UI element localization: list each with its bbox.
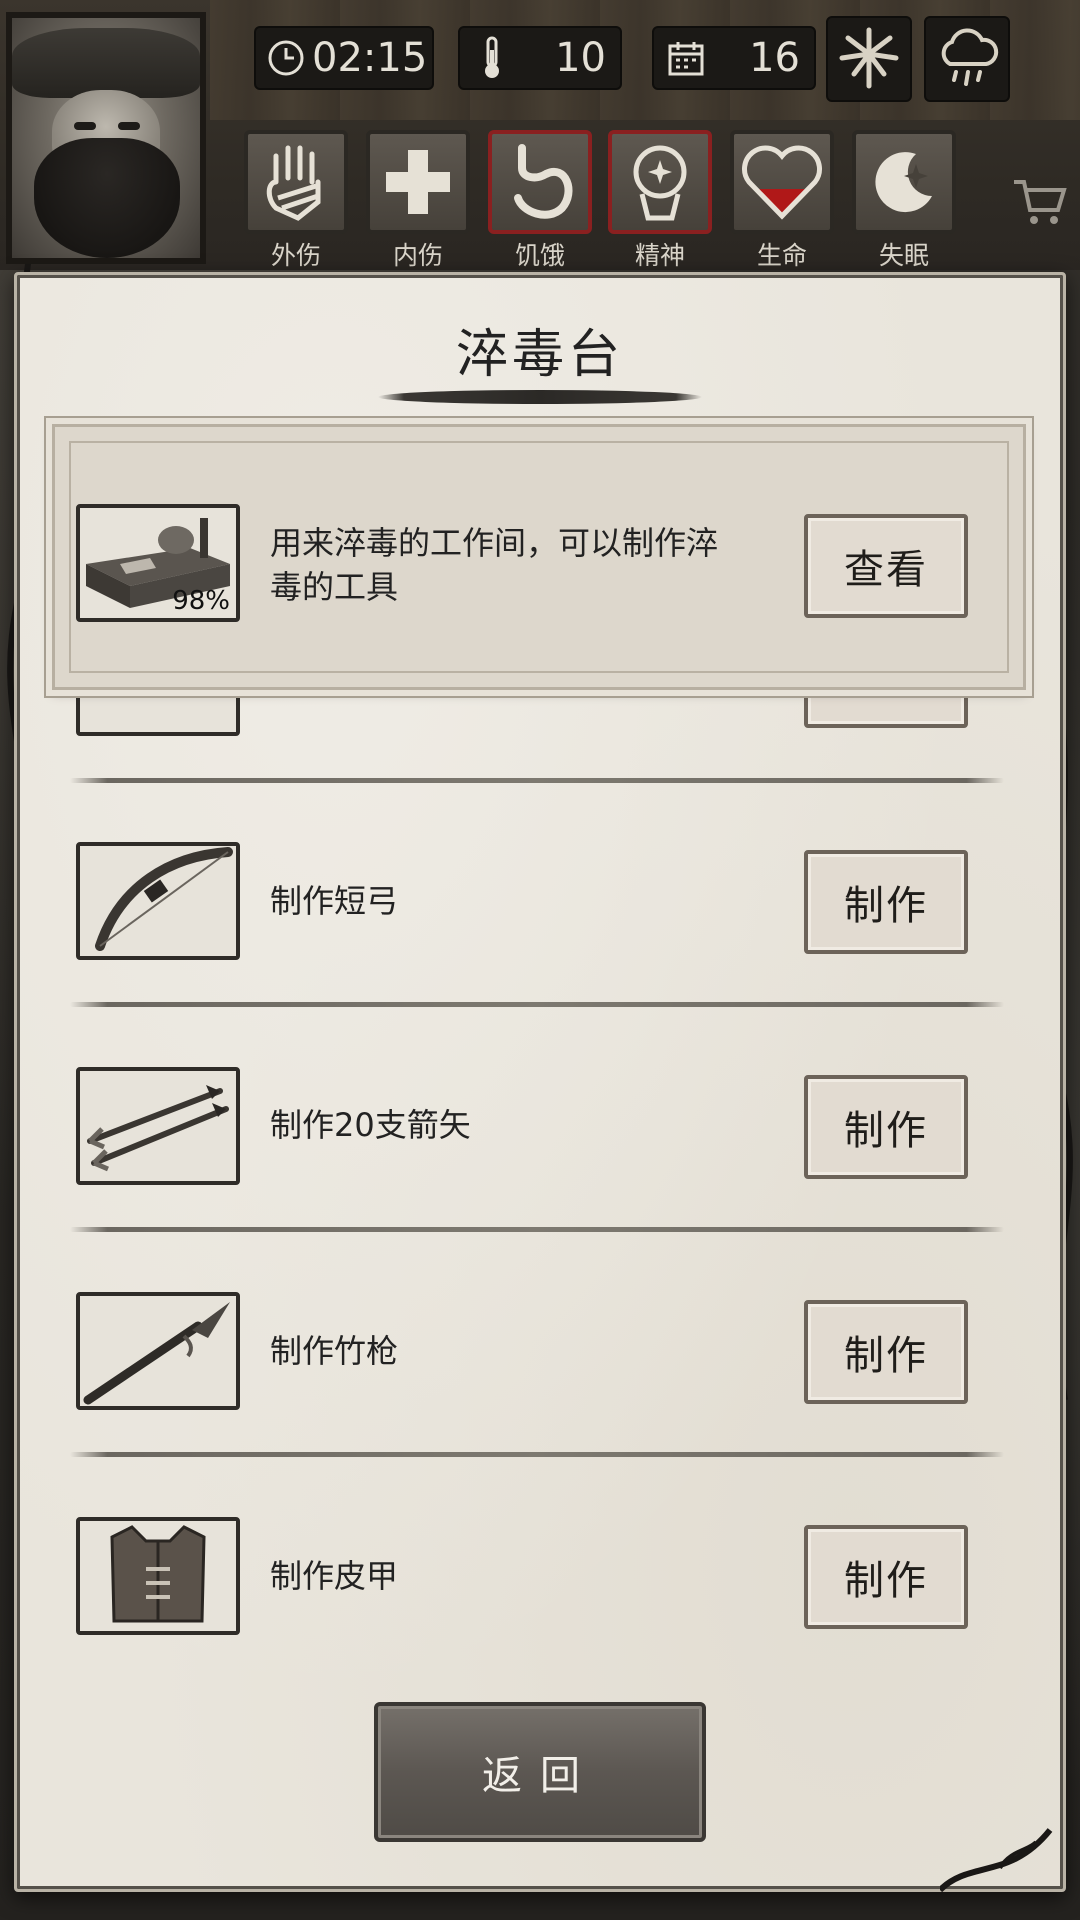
- beard-shape: [34, 138, 180, 258]
- cross-icon: [366, 130, 470, 234]
- view-button[interactable]: 查看: [804, 514, 968, 618]
- workstation-description-line1: 用来淬毒的工作间，可以制作淬: [270, 524, 719, 562]
- status-spirit[interactable]: 精神: [608, 130, 712, 270]
- hand-bandage-icon: [244, 130, 348, 234]
- leather-vest-icon: [110, 1525, 206, 1623]
- time-value: 02:15: [312, 35, 428, 81]
- status-label: 生命: [756, 241, 807, 270]
- rain-cloud-icon[interactable]: [924, 16, 1010, 102]
- craft-button[interactable]: 制作: [804, 1075, 968, 1179]
- calendar-icon: [664, 36, 708, 80]
- recipe-label: 制作20支箭矢: [270, 1106, 471, 1144]
- vine-corner-decoration: [940, 1828, 1053, 1893]
- hat-shape: [12, 28, 200, 98]
- craft-button[interactable]: 制作: [804, 1300, 968, 1404]
- shop-cart-icon[interactable]: [1008, 170, 1072, 234]
- row-separator: [70, 778, 1004, 783]
- status-label: 精神: [634, 241, 685, 270]
- back-button[interactable]: 返回: [374, 1702, 706, 1842]
- status-label: 内伤: [392, 241, 443, 270]
- progress-label: 98%: [172, 586, 230, 616]
- craft-button[interactable]: 制作: [804, 1525, 968, 1629]
- recipe-thumbnail-spear: [76, 1292, 240, 1410]
- status-label: 外伤: [270, 241, 321, 270]
- panel-title: 淬毒台: [455, 325, 624, 385]
- leaf-icon[interactable]: [826, 16, 912, 102]
- status-external-injury[interactable]: 外伤: [244, 130, 348, 270]
- workstation-thumbnail[interactable]: 98%: [76, 504, 240, 622]
- thermometer-icon: [470, 36, 514, 80]
- status-hunger[interactable]: 饥饿: [488, 130, 592, 270]
- left-eye: [74, 122, 96, 130]
- title-underline: [378, 390, 702, 404]
- right-eye: [118, 122, 140, 130]
- head-sparkle-icon: [608, 130, 712, 234]
- time-display: 02:15: [254, 26, 434, 90]
- arrows-icon: [87, 1085, 229, 1172]
- recipe-label: 制作皮甲: [270, 1557, 399, 1595]
- temperature-display: 10: [458, 26, 622, 90]
- row-separator: [70, 1227, 1004, 1232]
- status-label: 失眠: [878, 241, 929, 270]
- player-portrait[interactable]: [6, 12, 206, 264]
- clock-icon: [266, 36, 306, 80]
- row-separator: [70, 1452, 1004, 1457]
- spear-icon: [83, 1302, 230, 1405]
- recipe-thumbnail-bow: [76, 842, 240, 960]
- day-value: 16: [749, 35, 800, 81]
- moon-star-icon: [852, 130, 956, 234]
- bow-icon: [95, 847, 233, 951]
- heart-icon: [730, 130, 834, 234]
- status-health[interactable]: 生命: [730, 130, 834, 270]
- recipe-label: 制作竹枪: [270, 1332, 399, 1370]
- day-display: 16: [652, 26, 816, 90]
- recipe-label: 制作短弓: [270, 882, 399, 920]
- recipe-thumbnail-leather-armor: [76, 1517, 240, 1635]
- status-label: 饥饿: [514, 241, 565, 270]
- status-internal-injury[interactable]: 内伤: [366, 130, 470, 270]
- temperature-value: 10: [555, 35, 606, 81]
- workstation-description-line2: 毒的工具: [270, 568, 399, 606]
- recipe-thumbnail-arrows: [76, 1067, 240, 1185]
- row-separator: [70, 1002, 1004, 1007]
- status-insomnia[interactable]: 失眠: [852, 130, 956, 270]
- craft-button[interactable]: 制作: [804, 850, 968, 954]
- stomach-icon: [488, 130, 592, 234]
